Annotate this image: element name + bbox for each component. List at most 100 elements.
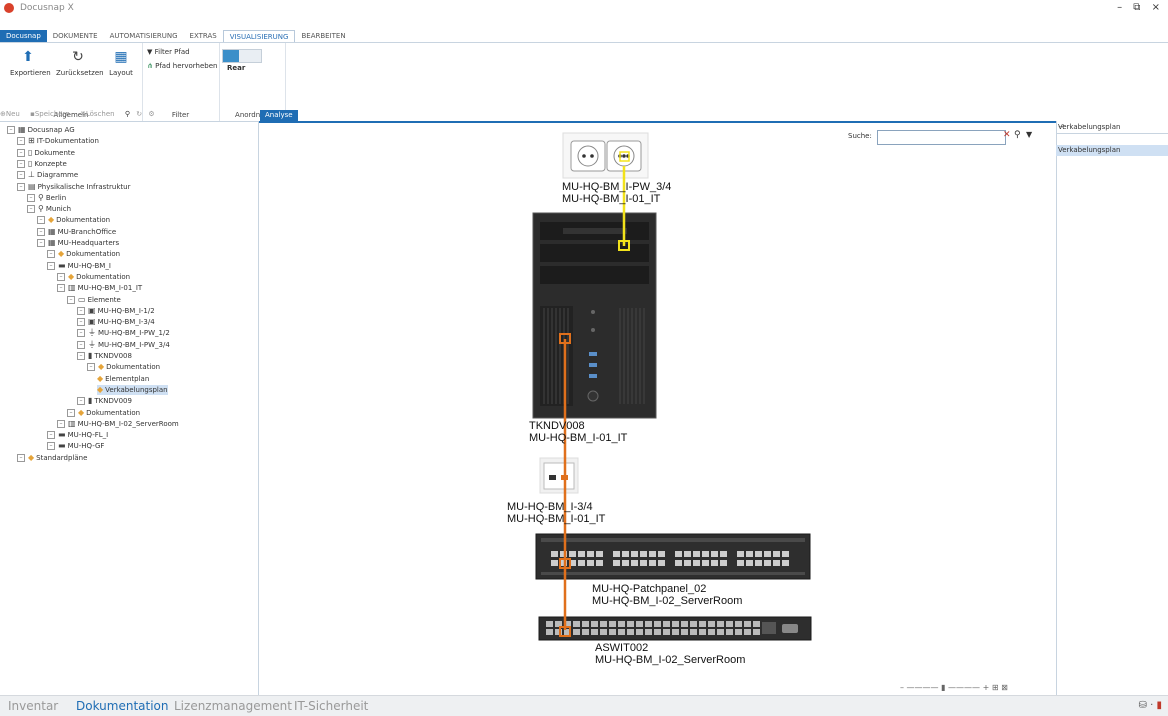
patch-port <box>622 551 629 557</box>
module-bar: Inventar Dokumentation Lizenzmanagement … <box>0 695 1168 716</box>
patch-port <box>702 560 709 566</box>
status-icons: ⛁ · ▮ <box>1138 700 1162 711</box>
module-lizenzmanagement[interactable]: Lizenzmanagement <box>174 699 292 713</box>
right-panel-header: Verkabelungsplan ⊣ <box>1056 121 1168 134</box>
patch-port <box>720 560 727 566</box>
switch-port <box>708 621 715 627</box>
switch-port <box>609 629 616 635</box>
switch-port <box>654 621 661 627</box>
switch-port <box>726 621 733 627</box>
patch-port <box>737 560 744 566</box>
switch-port <box>708 629 715 635</box>
patchpanel-label-1: MU-HQ-Patchpanel_02 <box>592 583 707 595</box>
patch-port <box>631 551 638 557</box>
patch-port <box>755 551 762 557</box>
switch-port <box>600 621 607 627</box>
switch-port <box>735 621 742 627</box>
switch-port <box>546 621 553 627</box>
switch-port <box>699 621 706 627</box>
patch-port <box>596 560 603 566</box>
switch-port <box>609 621 616 627</box>
patch-port <box>640 560 647 566</box>
switch-port <box>681 629 688 635</box>
patch-port <box>675 560 682 566</box>
patch-port <box>773 551 780 557</box>
power-socket[interactable] <box>562 132 649 179</box>
patch-port <box>613 560 620 566</box>
switch-port <box>672 629 679 635</box>
patchpanel-label-2: MU-HQ-BM_I-02_ServerRoom <box>592 595 743 607</box>
switch-label-1: ASWIT002 <box>595 642 649 654</box>
switch-port <box>753 629 760 635</box>
patch-port <box>737 551 744 557</box>
zoom-slider[interactable]: – ———— ▮ ———— + ⊞ ⊠ <box>900 683 1008 692</box>
switch-port <box>591 629 598 635</box>
switch-port <box>681 621 688 627</box>
patch-port <box>684 551 691 557</box>
switch-port <box>663 621 670 627</box>
patch-port <box>578 560 585 566</box>
switch-port <box>573 629 580 635</box>
module-it-sicherheit[interactable]: IT-Sicherheit <box>294 699 368 713</box>
wallport-label-1: MU-HQ-BM_I-3/4 <box>507 501 593 513</box>
switch-port <box>618 629 625 635</box>
switch-port <box>645 629 652 635</box>
wall-network-port[interactable] <box>539 457 579 494</box>
switch-port <box>618 621 625 627</box>
notification-icon[interactable]: ▮ <box>1156 700 1162 711</box>
network-switch[interactable] <box>538 616 812 641</box>
module-inventar[interactable]: Inventar <box>8 699 58 713</box>
switch-port <box>546 629 553 635</box>
patch-port <box>684 560 691 566</box>
right-panel-item[interactable]: Verkabelungsplan <box>1056 145 1168 156</box>
switch-port <box>699 629 706 635</box>
switch-port <box>627 621 634 627</box>
switch-port <box>573 621 580 627</box>
pc-label-2: MU-HQ-BM_I-01_IT <box>529 432 628 444</box>
switch-port <box>717 621 724 627</box>
patch-port <box>551 551 558 557</box>
switch-port <box>600 629 607 635</box>
patch-panel[interactable] <box>535 533 811 580</box>
switch-port <box>690 629 697 635</box>
switch-port <box>717 629 724 635</box>
patch-port <box>578 551 585 557</box>
patch-port <box>658 560 665 566</box>
patch-port <box>587 560 594 566</box>
switch-label-2: MU-HQ-BM_I-02_ServerRoom <box>595 654 746 666</box>
patch-port <box>675 551 682 557</box>
patch-port <box>746 551 753 557</box>
switch-port <box>663 629 670 635</box>
switch-port <box>591 621 598 627</box>
patch-port <box>587 551 594 557</box>
switch-port <box>636 629 643 635</box>
module-dokumentation[interactable]: Dokumentation <box>76 699 169 713</box>
switch-port <box>582 629 589 635</box>
socket-label-1: MU-HQ-BM_I-PW_3/4 <box>562 181 672 193</box>
database-icon[interactable]: ⛁ <box>1139 700 1147 711</box>
cabling-diagram <box>532 132 812 641</box>
right-panel <box>1056 121 1168 695</box>
pc-tower[interactable] <box>532 212 657 419</box>
patch-port <box>658 551 665 557</box>
switch-port <box>582 621 589 627</box>
patch-port <box>569 551 576 557</box>
patch-port <box>720 551 727 557</box>
switch-port <box>744 621 751 627</box>
patch-port <box>746 560 753 566</box>
patch-port <box>702 551 709 557</box>
patch-port <box>711 551 718 557</box>
patch-port <box>764 551 771 557</box>
patch-port <box>649 551 656 557</box>
patch-port <box>596 551 603 557</box>
patch-port <box>782 551 789 557</box>
switch-port <box>753 621 760 627</box>
patch-port <box>782 560 789 566</box>
patch-port <box>622 560 629 566</box>
patch-port <box>755 560 762 566</box>
patch-port <box>711 560 718 566</box>
pin-icon[interactable]: ⊣ <box>1058 123 1166 131</box>
patch-port <box>613 551 620 557</box>
switch-port <box>690 621 697 627</box>
patch-port <box>693 560 700 566</box>
